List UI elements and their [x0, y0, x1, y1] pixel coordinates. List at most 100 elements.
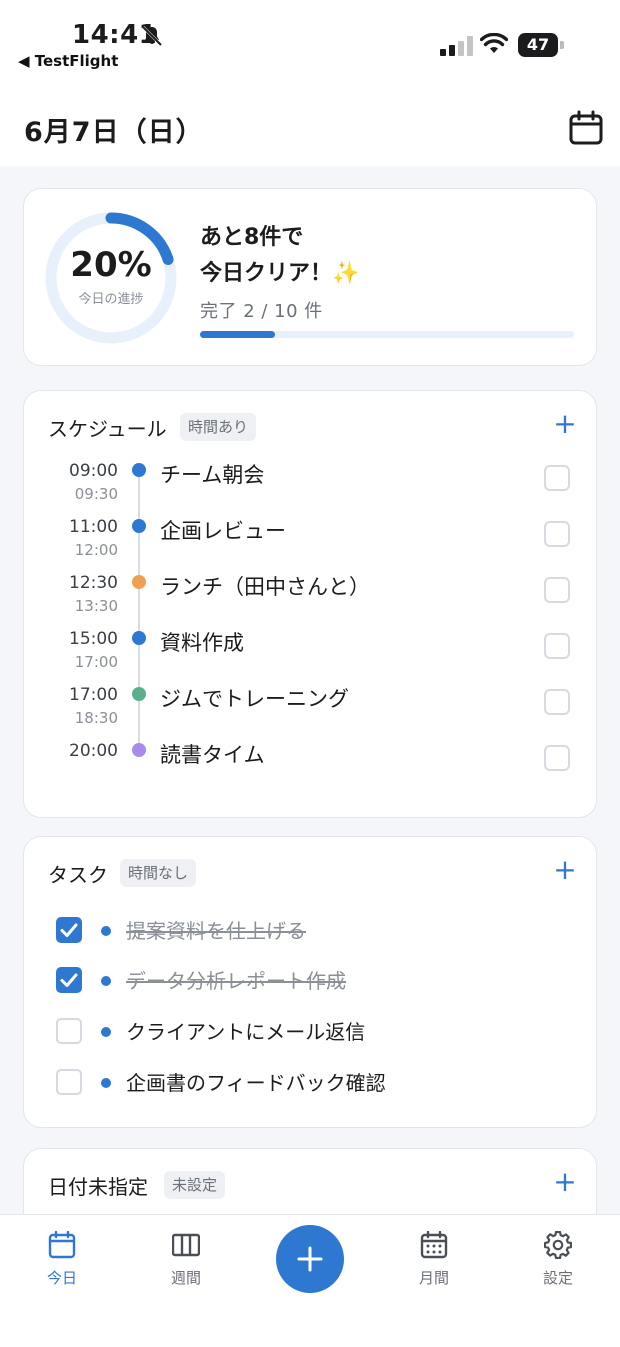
event-name: ランチ（田中さんと） — [160, 575, 370, 599]
unscheduled-badge: 未設定 — [164, 1171, 226, 1199]
main-content[interactable]: 20% 今日の進捗 あと8件で 今日クリア！✨ 完了 2 / 10 件 スケジュ… — [0, 166, 620, 1214]
task-checkbox-checked[interactable] — [56, 967, 82, 993]
event-name: 企画レビュー — [160, 519, 286, 543]
tab-week[interactable]: 週間 — [146, 1231, 226, 1291]
schedule-item[interactable]: 12:30 13:30 ランチ（田中さんと） — [24, 573, 598, 629]
task-dot — [101, 976, 111, 986]
event-checkbox[interactable] — [544, 689, 570, 715]
task-name: データ分析レポート作成 — [126, 969, 346, 993]
battery-level: 47 — [526, 35, 550, 54]
event-color-dot — [132, 519, 146, 533]
event-end-time: 18:30 — [74, 709, 118, 727]
app-header: 6月7日（日） — [0, 80, 620, 166]
progress-message-line1: あと8件で — [200, 225, 304, 250]
tab-settings[interactable]: 設定 — [518, 1231, 598, 1291]
event-color-dot — [132, 631, 146, 645]
back-to-testflight-link[interactable]: ◀ TestFlight — [18, 52, 118, 70]
task-dot — [101, 926, 111, 936]
task-checkbox[interactable] — [56, 1018, 82, 1044]
wifi-icon — [480, 33, 508, 53]
tab-bar: 今日 週間 月間 設定 — [0, 1214, 620, 1347]
add-task-button[interactable]: + — [550, 855, 580, 885]
task-dot — [101, 1078, 111, 1088]
event-start-time: 15:00 — [69, 629, 118, 649]
task-item[interactable]: クライアントにメール返信 — [24, 1018, 598, 1058]
progress-message-text: 今日クリア！ — [200, 261, 333, 286]
event-checkbox[interactable] — [544, 745, 570, 771]
event-start-time: 20:00 — [69, 741, 118, 761]
schedule-title: スケジュール — [48, 417, 167, 441]
task-checkbox-checked[interactable] — [56, 917, 82, 943]
task-dot — [101, 1027, 111, 1037]
event-end-time: 12:00 — [74, 541, 118, 559]
add-button[interactable] — [276, 1225, 344, 1293]
tasks-card: タスク 時間なし + 提案資料を仕上げる データ分析レポート作成 クライアントに… — [23, 836, 597, 1128]
progress-caption: 今日の進捗 — [78, 292, 144, 307]
task-checkbox[interactable] — [56, 1069, 82, 1095]
battery-icon: 47 — [518, 33, 564, 57]
unscheduled-card: 日付未指定 未設定 + — [23, 1148, 597, 1214]
task-name: 企画書のフィードバック確認 — [126, 1071, 386, 1095]
task-name: クライアントにメール返信 — [126, 1020, 366, 1044]
event-checkbox[interactable] — [544, 521, 570, 547]
event-start-time: 17:00 — [69, 685, 118, 705]
event-name: ジムでトレーニング — [160, 687, 349, 711]
progress-bar — [200, 331, 574, 338]
cellular-signal-icon — [440, 36, 473, 56]
task-item[interactable]: 企画書のフィードバック確認 — [24, 1069, 598, 1109]
page-title: 6月7日（日） — [24, 117, 204, 148]
event-color-dot — [132, 575, 146, 589]
tab-month[interactable]: 月間 — [394, 1231, 474, 1291]
event-color-dot — [132, 463, 146, 477]
tab-today[interactable]: 今日 — [22, 1231, 102, 1291]
calendar-month-icon — [420, 1231, 448, 1259]
event-name: 読書タイム — [160, 743, 265, 767]
tab-month-label: 月間 — [418, 1269, 449, 1287]
event-start-time: 09:00 — [69, 461, 118, 481]
tab-today-label: 今日 — [46, 1269, 77, 1287]
plus-icon — [297, 1246, 323, 1272]
completed-count: 完了 2 / 10 件 — [200, 301, 323, 322]
event-name: 資料作成 — [160, 631, 244, 655]
event-end-time: 17:00 — [74, 653, 118, 671]
task-name: 提案資料を仕上げる — [126, 919, 306, 943]
progress-bar-fill — [200, 331, 275, 338]
event-end-time: 09:30 — [74, 485, 118, 503]
sparkle-icon: ✨ — [332, 261, 360, 286]
add-unscheduled-button[interactable]: + — [550, 1167, 580, 1197]
event-name: チーム朝会 — [160, 463, 265, 487]
unscheduled-title: 日付未指定 — [48, 1175, 148, 1199]
task-item[interactable]: 提案資料を仕上げる — [24, 917, 598, 957]
tasks-badge: 時間なし — [120, 859, 197, 887]
progress-card: 20% 今日の進捗 あと8件で 今日クリア！✨ 完了 2 / 10 件 — [23, 188, 597, 366]
schedule-item[interactable]: 15:00 17:00 資料作成 — [24, 629, 598, 685]
event-checkbox[interactable] — [544, 465, 570, 491]
event-color-dot — [132, 743, 146, 757]
schedule-item[interactable]: 09:00 09:30 チーム朝会 — [24, 461, 598, 517]
tasks-title: タスク — [48, 863, 108, 887]
checkmark-icon — [60, 973, 78, 987]
schedule-item[interactable]: 11:00 12:00 企画レビュー — [24, 517, 598, 573]
gear-icon — [544, 1231, 572, 1259]
add-schedule-button[interactable]: + — [550, 409, 580, 439]
calendar-icon[interactable] — [568, 110, 604, 146]
event-color-dot — [132, 687, 146, 701]
status-bar: 14:41 ◀ TestFlight 47 — [0, 0, 620, 80]
event-checkbox[interactable] — [544, 633, 570, 659]
schedule-item[interactable]: 20:00 読書タイム — [24, 741, 598, 797]
task-item[interactable]: データ分析レポート作成 — [24, 967, 598, 1007]
schedule-badge: 時間あり — [180, 413, 257, 441]
schedule-item[interactable]: 17:00 18:30 ジムでトレーニング — [24, 685, 598, 741]
event-checkbox[interactable] — [544, 577, 570, 603]
tab-settings-label: 設定 — [542, 1269, 573, 1287]
checkmark-icon — [60, 923, 78, 937]
event-start-time: 11:00 — [69, 517, 118, 537]
calendar-today-icon — [48, 1231, 76, 1259]
schedule-card: スケジュール 時間あり + 09:00 09:30 チーム朝会 11:00 12… — [23, 390, 597, 818]
event-start-time: 12:30 — [69, 573, 118, 593]
bell-muted-icon — [141, 25, 163, 47]
tab-week-label: 週間 — [170, 1269, 201, 1287]
event-end-time: 13:30 — [74, 597, 118, 615]
week-columns-icon — [172, 1233, 200, 1257]
progress-percent: 20% — [70, 245, 152, 285]
